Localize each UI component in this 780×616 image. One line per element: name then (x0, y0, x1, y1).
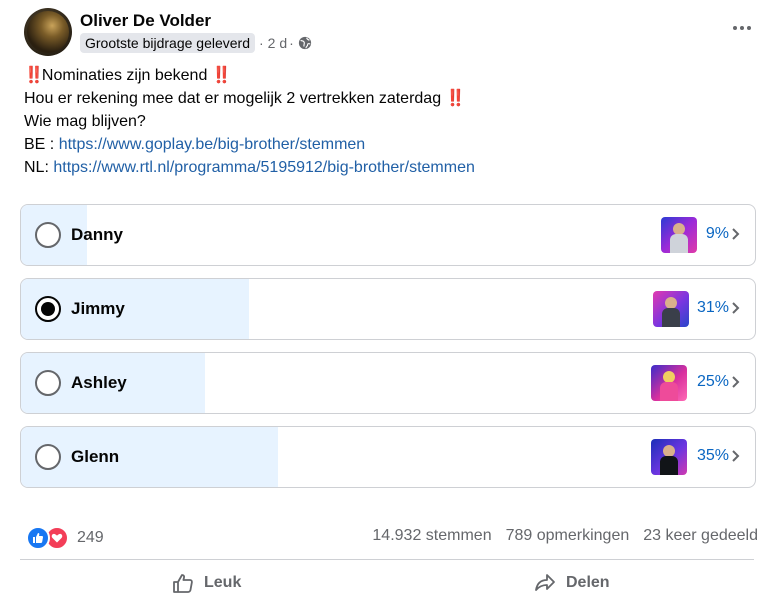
poll-percent: 35% (696, 447, 729, 464)
radio-button-selected[interactable] (35, 296, 61, 322)
candidate-thumbnail (661, 217, 697, 253)
separator-dot: · (259, 35, 264, 51)
like-button[interactable]: Leuk (172, 566, 241, 600)
more-dot-icon (747, 26, 751, 30)
comments-count[interactable]: 789 opmerkingen (506, 527, 630, 545)
be-line: BE : https://www.goplay.be/big-brother/s… (24, 133, 764, 156)
text-line-2-content: Hou er rekening mee dat er mogelijk 2 ve… (24, 90, 442, 107)
poll-option[interactable]: Glenn 35% (20, 426, 756, 488)
contributor-badge[interactable]: Grootste bijdrage geleverd (80, 33, 255, 53)
stats-right: 14.932 stemmen 789 opmerkingen 23 keer g… (372, 527, 758, 545)
engagement-stats: 249 14.932 stemmen 789 opmerkingen 23 ke… (24, 524, 758, 550)
more-options-button[interactable] (728, 18, 756, 38)
poll-option-label: Danny (71, 225, 123, 244)
nl-line: NL: https://www.rtl.nl/programma/5195912… (24, 156, 764, 179)
poll-option[interactable]: Jimmy 31% (20, 278, 756, 340)
separator-dot: · (289, 35, 294, 51)
poll-option[interactable]: Ashley 25% (20, 352, 756, 414)
poll-option-label: Ashley (71, 373, 127, 392)
post-time[interactable]: 2 d (268, 35, 287, 51)
radio-button[interactable] (35, 444, 61, 470)
double-exclamation-icon: ‼️ (445, 90, 466, 107)
text-line-3: Wie mag blijven? (24, 113, 146, 130)
share-label: Delen (566, 574, 610, 591)
reactions-summary[interactable]: 249 (26, 526, 104, 550)
candidate-thumbnail (651, 439, 687, 475)
radio-button[interactable] (35, 222, 61, 248)
post-header: Oliver De Volder Grootste bijdrage gelev… (24, 8, 764, 58)
poll-option-label: Glenn (71, 447, 120, 466)
like-reaction-icon (26, 526, 50, 550)
reactions-count: 249 (77, 529, 104, 546)
share-arrow-icon (535, 574, 555, 591)
nl-link[interactable]: https://www.rtl.nl/programma/5195912/big… (53, 159, 475, 176)
be-prefix: BE : (24, 136, 59, 153)
double-exclamation-icon: ‼️ (24, 67, 44, 84)
more-dot-icon (733, 26, 737, 30)
globe-icon (298, 36, 311, 50)
more-dot-icon (740, 26, 744, 30)
shares-count[interactable]: 23 keer gedeeld (643, 527, 758, 545)
post-meta: Grootste bijdrage geleverd · 2 d · (80, 33, 312, 53)
text-line-2: Hou er rekening mee dat er mogelijk 2 ve… (24, 87, 764, 110)
double-exclamation-icon: ‼️ (211, 67, 232, 84)
poll-percent: 31% (696, 299, 729, 316)
like-label: Leuk (204, 574, 242, 591)
candidate-thumbnail (653, 291, 689, 327)
avatar[interactable] (24, 8, 72, 56)
votes-count[interactable]: 14.932 stemmen (372, 527, 491, 545)
post-text: ‼️Nominaties zijn bekend ‼️ Hou er reken… (24, 64, 764, 179)
chevron-right-icon (732, 450, 740, 462)
poll-option-label: Jimmy (71, 299, 125, 318)
divider (20, 559, 754, 560)
text-line-1: ‼️Nominaties zijn bekend ‼️ (24, 64, 764, 87)
nl-prefix: NL: (24, 159, 54, 176)
chevron-right-icon (732, 302, 740, 314)
poll-option[interactable]: Danny 9% (20, 204, 756, 266)
thumbs-up-icon (173, 574, 193, 593)
author-name[interactable]: Oliver De Volder (80, 11, 211, 31)
chevron-right-icon (732, 376, 740, 388)
poll-percent: 25% (696, 373, 729, 390)
poll-percent: 9% (705, 225, 729, 242)
candidate-thumbnail (651, 365, 687, 401)
radio-button[interactable] (35, 370, 61, 396)
text-line-1-content: Nominaties zijn bekend (41, 67, 208, 84)
be-link[interactable]: https://www.goplay.be/big-brother/stemme… (59, 136, 366, 153)
chevron-right-icon (732, 228, 740, 240)
share-button[interactable]: Delen (534, 566, 610, 600)
